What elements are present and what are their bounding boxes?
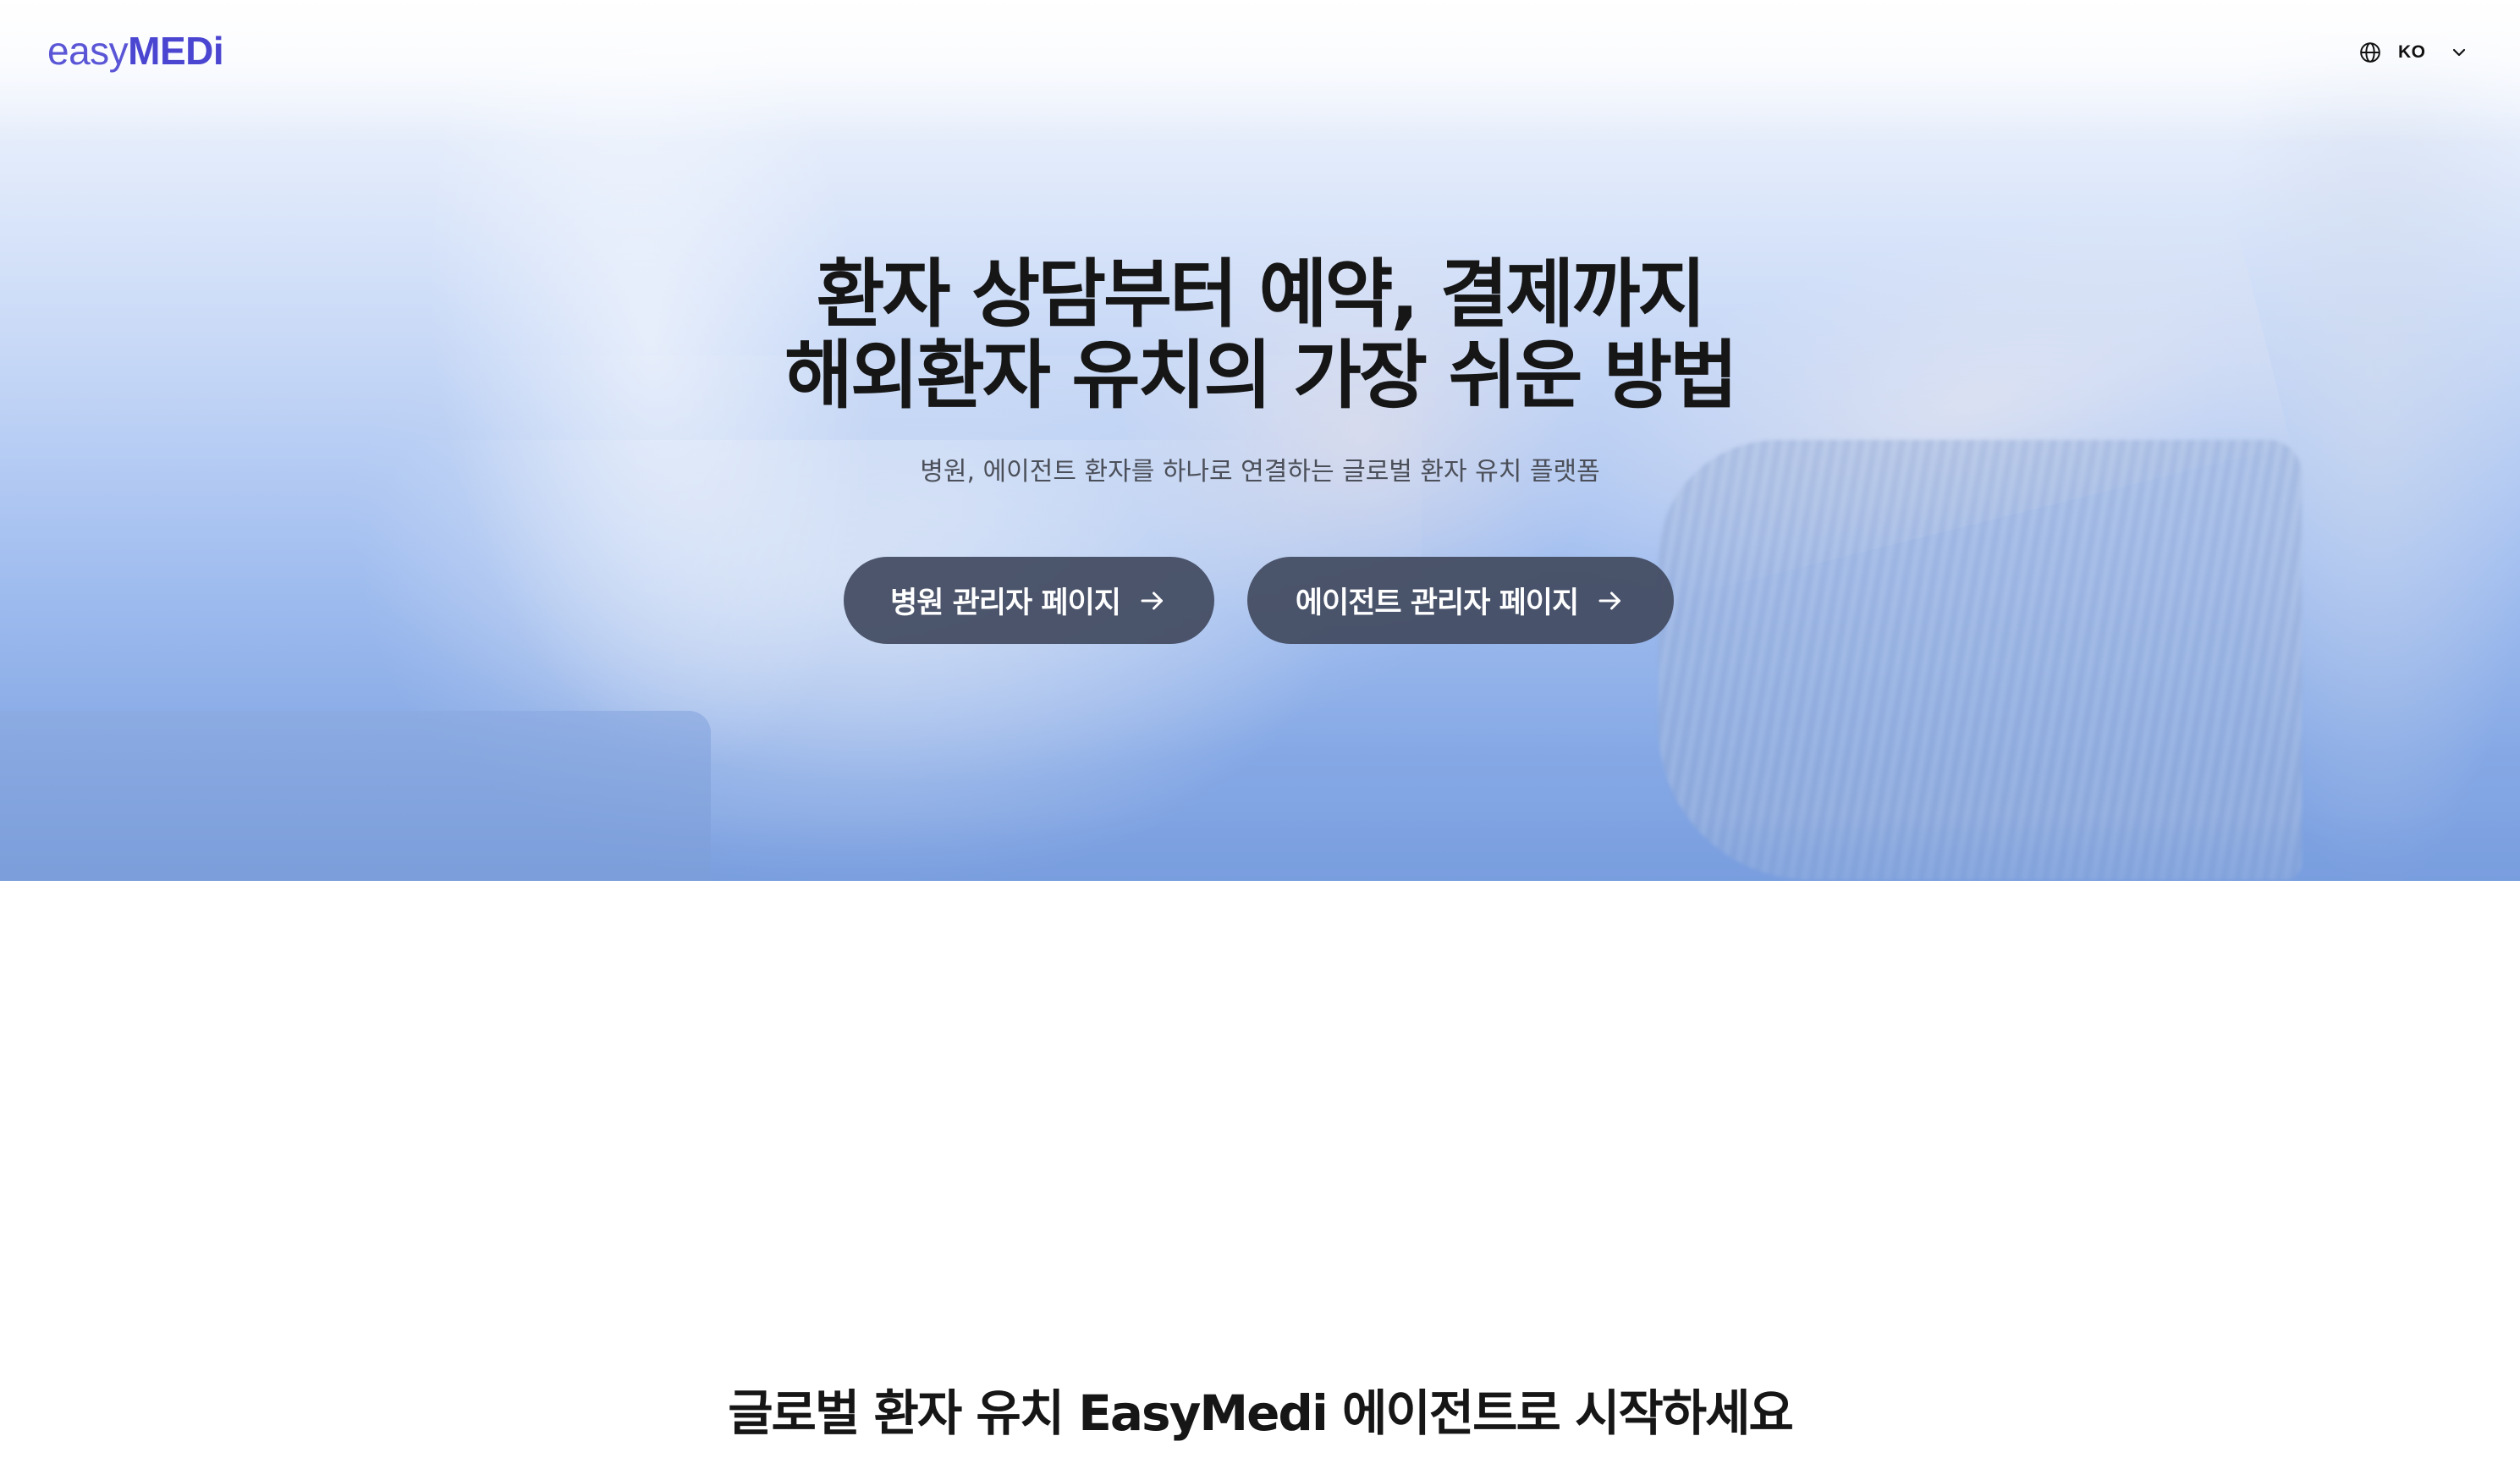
hospital-admin-button-label: 병원 관리자 페이지: [890, 586, 1121, 620]
arrow-right-icon: [1141, 591, 1163, 609]
logo-text-light: easy: [47, 29, 129, 73]
agent-section-title: 글로벌 환자 유치 EasyMedi 에이전트로 시작하세요: [728, 1384, 1794, 1442]
agent-admin-button-label: 에이전트 관리자 페이지: [1295, 586, 1579, 620]
site-header: easy MEDi KO: [0, 0, 2520, 102]
globe-icon: [2360, 42, 2380, 63]
hero-content: 환자 상담부터 예약, 결제까지 해외환자 유치의 가장 쉬운 방법 병원, 에…: [0, 0, 2520, 881]
hospital-admin-button[interactable]: 병원 관리자 페이지: [844, 557, 1214, 644]
logo-text-bold: MEDi: [128, 29, 224, 73]
hero-subtitle: 병원, 에이전트 환자를 하나로 연결하는 글로벌 환자 유치 플랫폼: [920, 457, 1600, 487]
hero-title-line-2: 해외환자 유치의 가장 쉬운 방법: [784, 332, 1738, 419]
chevron-down-icon: [2452, 48, 2466, 57]
language-selector[interactable]: KO: [2359, 36, 2469, 69]
agent-admin-button[interactable]: 에이전트 관리자 페이지: [1247, 557, 1674, 644]
hero-title-line-1: 환자 상담부터 예약, 결제까지: [816, 250, 1707, 338]
language-label: KO: [2398, 42, 2426, 62]
brand-logo[interactable]: easy MEDi: [47, 29, 224, 73]
hero-title: 환자 상담부터 예약, 결제까지 해외환자 유치의 가장 쉬운 방법: [414, 254, 2106, 416]
arrow-right-icon: [1598, 591, 1621, 609]
landing-page: easy MEDi KO 환자 상담부터 예약, 결제까지 해외환자 유치의 가장…: [0, 0, 2520, 1469]
